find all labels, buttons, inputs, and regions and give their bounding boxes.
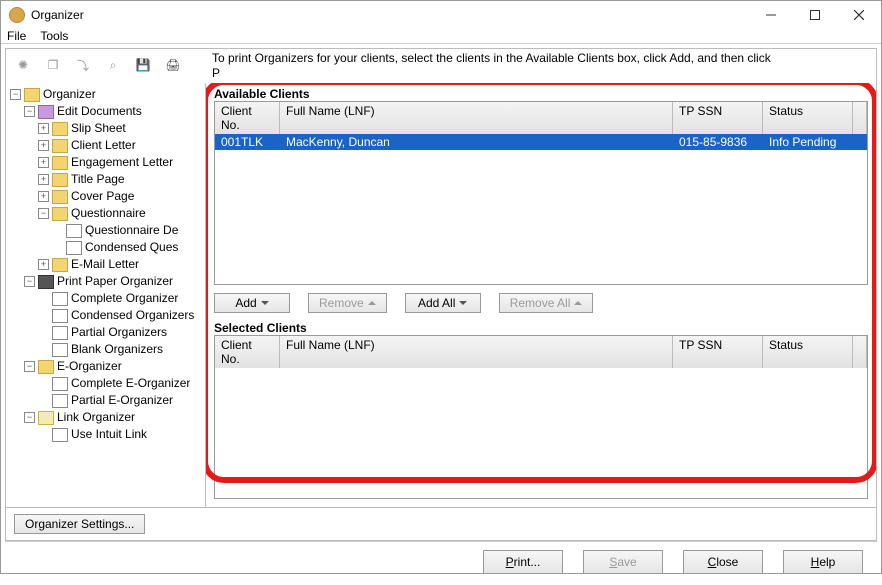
remove-button[interactable]: Remove <box>308 293 387 313</box>
printer-icon[interactable]: 🖨 <box>162 54 184 76</box>
tree-panel[interactable]: −Organizer −Edit Documents +Slip Sheet +… <box>6 83 206 507</box>
tree-condensed-ques[interactable]: Condensed Ques <box>52 239 203 256</box>
col-tp-ssn[interactable]: TP SSN <box>673 336 763 368</box>
menubar: File Tools <box>1 29 881 44</box>
available-header: Client No. Full Name (LNF) TP SSN Status <box>215 102 867 134</box>
tree-condensed-organizers[interactable]: Condensed Organizers <box>38 307 203 324</box>
remove-all-button[interactable]: Remove All <box>499 293 594 313</box>
save-button[interactable]: Save <box>583 550 663 574</box>
tree-title-page[interactable]: +Title Page <box>38 171 203 188</box>
menu-tools[interactable]: Tools <box>40 29 68 43</box>
tree-slip-sheet[interactable]: +Slip Sheet <box>38 120 203 137</box>
transfer-buttons: Add Remove Add All Remove All <box>214 285 868 321</box>
app-icon <box>9 7 25 23</box>
add-button[interactable]: Add <box>214 293 290 313</box>
tree-client-letter[interactable]: +Client Letter <box>38 137 203 154</box>
chevron-down-icon <box>261 301 269 309</box>
available-body: 001TLK MacKenny, Duncan 015-85-9836 Info… <box>215 134 867 284</box>
tree-complete-organizer[interactable]: Complete Organizer <box>38 290 203 307</box>
selected-clients-grid[interactable]: Client No. Full Name (LNF) TP SSN Status <box>214 335 868 499</box>
add-all-button[interactable]: Add All <box>405 293 481 313</box>
search-icon[interactable]: ⌕ <box>102 54 124 76</box>
tree-edit-documents[interactable]: −Edit Documents +Slip Sheet +Client Lett… <box>24 103 203 273</box>
col-extra <box>853 102 867 134</box>
tree-email-letter[interactable]: +E-Mail Letter <box>38 256 203 273</box>
sun-icon[interactable]: ✺ <box>12 54 34 76</box>
tree-print-paper[interactable]: −Print Paper Organizer Complete Organize… <box>24 273 203 358</box>
tree-blank-organizers[interactable]: Blank Organizers <box>38 341 203 358</box>
settings-bar: Organizer Settings... <box>6 507 876 540</box>
tree-complete-e-organizer[interactable]: Complete E-Organizer <box>38 375 203 392</box>
toolbar: ✺ ❐ ⤵ ⌕ 💾 🖨 <box>6 49 206 81</box>
chevron-up-icon <box>574 297 582 305</box>
tree-link-organizer[interactable]: −Link Organizer Use Intuit Link <box>24 409 203 443</box>
selected-header: Client No. Full Name (LNF) TP SSN Status <box>215 336 867 368</box>
window-title: Organizer <box>31 8 749 22</box>
cell-name: MacKenny, Duncan <box>280 134 673 150</box>
close-button-footer[interactable]: Close <box>683 550 763 574</box>
tree-e-organizer[interactable]: −E-Organizer Complete E-Organizer Partia… <box>24 358 203 409</box>
close-button[interactable] <box>837 1 881 29</box>
tree-engagement-letter[interactable]: +Engagement Letter <box>38 154 203 171</box>
tree-partial-organizers[interactable]: Partial Organizers <box>38 324 203 341</box>
cell-client-no: 001TLK <box>215 134 280 150</box>
body-row: −Organizer −Edit Documents +Slip Sheet +… <box>6 83 876 507</box>
content: ✺ ❐ ⤵ ⌕ 💾 🖨 To print Organizers for your… <box>5 48 877 541</box>
col-client-no[interactable]: Client No. <box>215 102 280 134</box>
content-outer: ✺ ❐ ⤵ ⌕ 💾 🖨 To print Organizers for your… <box>1 44 881 585</box>
tree-partial-e-organizer[interactable]: Partial E-Organizer <box>38 392 203 409</box>
selected-body <box>215 368 867 498</box>
cell-status: Info Pending <box>763 134 853 150</box>
top-row: ✺ ❐ ⤵ ⌕ 💾 🖨 To print Organizers for your… <box>6 49 876 83</box>
minimize-button[interactable] <box>749 1 793 29</box>
instruction-line2: P <box>212 66 220 80</box>
selected-clients-label: Selected Clients <box>214 321 868 335</box>
copy-icon[interactable]: ❐ <box>42 54 64 76</box>
col-extra <box>853 336 867 368</box>
tree-questionnaire[interactable]: −Questionnaire Questionnaire De Condense… <box>38 205 203 256</box>
organizer-settings-button[interactable]: Organizer Settings... <box>14 514 145 534</box>
col-status[interactable]: Status <box>763 102 853 134</box>
tree-questionnaire-de[interactable]: Questionnaire De <box>52 222 203 239</box>
cell-ssn: 015-85-9836 <box>673 134 763 150</box>
chevron-down-icon <box>459 301 467 309</box>
right-panel: Available Clients Client No. Full Name (… <box>206 83 876 507</box>
maximize-button[interactable] <box>793 1 837 29</box>
col-client-no[interactable]: Client No. <box>215 336 280 368</box>
instruction-text: To print Organizers for your clients, se… <box>206 49 876 83</box>
available-clients-grid[interactable]: Client No. Full Name (LNF) TP SSN Status… <box>214 101 868 285</box>
titlebar: Organizer <box>1 1 881 29</box>
col-tp-ssn[interactable]: TP SSN <box>673 102 763 134</box>
col-full-name[interactable]: Full Name (LNF) <box>280 336 673 368</box>
menu-file[interactable]: File <box>7 29 26 43</box>
tree-cover-page[interactable]: +Cover Page <box>38 188 203 205</box>
col-status[interactable]: Status <box>763 336 853 368</box>
tree-organizer[interactable]: −Organizer −Edit Documents +Slip Sheet +… <box>10 86 203 443</box>
window-controls <box>749 1 881 29</box>
print-button[interactable]: Print... <box>483 550 563 574</box>
save-icon[interactable]: 💾 <box>132 54 154 76</box>
tree-use-intuit-link[interactable]: Use Intuit Link <box>38 426 203 443</box>
arrow-page-icon[interactable]: ⤵ <box>72 54 94 76</box>
footer-bar: Print... Save Close Help <box>5 541 877 581</box>
table-row[interactable]: 001TLK MacKenny, Duncan 015-85-9836 Info… <box>215 134 867 150</box>
instruction-line1: To print Organizers for your clients, se… <box>212 51 771 65</box>
col-full-name[interactable]: Full Name (LNF) <box>280 102 673 134</box>
app-window: Organizer File Tools ✺ ❐ ⤵ ⌕ 💾 🖨 To <box>0 0 882 574</box>
help-button[interactable]: Help <box>783 550 863 574</box>
available-clients-label: Available Clients <box>214 87 868 101</box>
chevron-up-icon <box>368 297 376 305</box>
